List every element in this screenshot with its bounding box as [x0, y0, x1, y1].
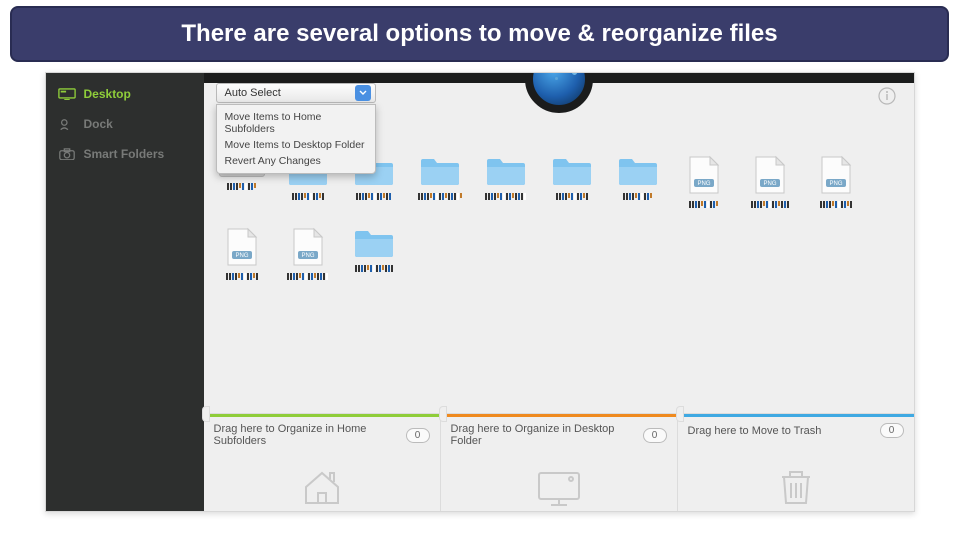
dropzone-count: 0 [880, 423, 904, 438]
folder-item[interactable] [612, 155, 664, 213]
dropzone-desktop-folder[interactable]: Drag here to Organize in Desktop Folder … [441, 414, 678, 511]
folder-item[interactable] [348, 227, 400, 285]
sidebar: Desktop Dock Smart Folders [46, 73, 204, 511]
sidebar-item-label: Dock [84, 117, 113, 131]
file-grid: PNG PNG PNG PNG PNG [216, 155, 902, 285]
dropdown-option[interactable]: Revert Any Changes [217, 153, 375, 169]
sidebar-item-smart-folders[interactable]: Smart Folders [46, 139, 204, 169]
svg-text:PNG: PNG [829, 181, 842, 187]
info-icon[interactable] [878, 87, 896, 105]
png-file-item[interactable]: PNG [282, 227, 334, 285]
dropdown-select[interactable]: Auto Select [216, 83, 376, 103]
dock-icon [58, 117, 76, 131]
caption-banner: There are several options to move & reor… [10, 6, 949, 62]
dropzone-handle [202, 406, 210, 422]
sidebar-item-label: Desktop [84, 87, 131, 101]
dropzone-count: 0 [643, 428, 667, 443]
dropdown-option[interactable]: Move Items to Home Subfolders [217, 109, 375, 137]
dropdown-option[interactable]: Move Items to Desktop Folder [217, 137, 375, 153]
dropzone-trash[interactable]: Drag here to Move to Trash 0 [678, 414, 914, 511]
dropzone-label: Drag here to Organize in Desktop Folder [451, 423, 643, 447]
main-panel: Auto Select Move Items to Home Subfolder… [204, 73, 914, 511]
dropzone-label: Drag here to Move to Trash [688, 425, 822, 437]
action-dropdown: Auto Select Move Items to Home Subfolder… [216, 83, 376, 174]
dropzone-handle [439, 406, 447, 422]
sidebar-item-label: Smart Folders [84, 147, 165, 161]
png-file-item[interactable]: PNG [810, 155, 862, 213]
monitor-icon [535, 469, 583, 507]
camera-icon [58, 147, 76, 161]
folder-item[interactable] [546, 155, 598, 213]
folder-item[interactable] [414, 155, 466, 213]
dropzone-home-subfolders[interactable]: Drag here to Organize in Home Subfolders… [204, 414, 441, 511]
dropdown-menu: Move Items to Home Subfolders Move Items… [216, 104, 376, 174]
desktop-icon [58, 87, 76, 101]
house-icon [300, 467, 344, 507]
png-file-item[interactable]: PNG [678, 155, 730, 213]
folder-item[interactable] [480, 155, 532, 213]
svg-text:PNG: PNG [697, 181, 710, 187]
sidebar-item-dock[interactable]: Dock [46, 109, 204, 139]
svg-text:PNG: PNG [235, 253, 248, 259]
app-window: Desktop Dock Smart Folders Auto Select [45, 72, 915, 512]
dropzone-label: Drag here to Organize in Home Subfolders [214, 423, 406, 447]
trash-icon [776, 465, 816, 507]
dropzone-handle [676, 406, 684, 422]
dropdown-selected-label: Auto Select [225, 87, 281, 99]
dropzones-row: Drag here to Organize in Home Subfolders… [204, 413, 914, 511]
png-file-item[interactable]: PNG [216, 227, 268, 285]
chevron-down-icon [355, 85, 371, 101]
dropzone-count: 0 [406, 428, 430, 443]
sidebar-item-desktop[interactable]: Desktop [46, 79, 204, 109]
svg-text:PNG: PNG [763, 181, 776, 187]
png-file-item[interactable]: PNG [744, 155, 796, 213]
svg-text:PNG: PNG [301, 253, 314, 259]
